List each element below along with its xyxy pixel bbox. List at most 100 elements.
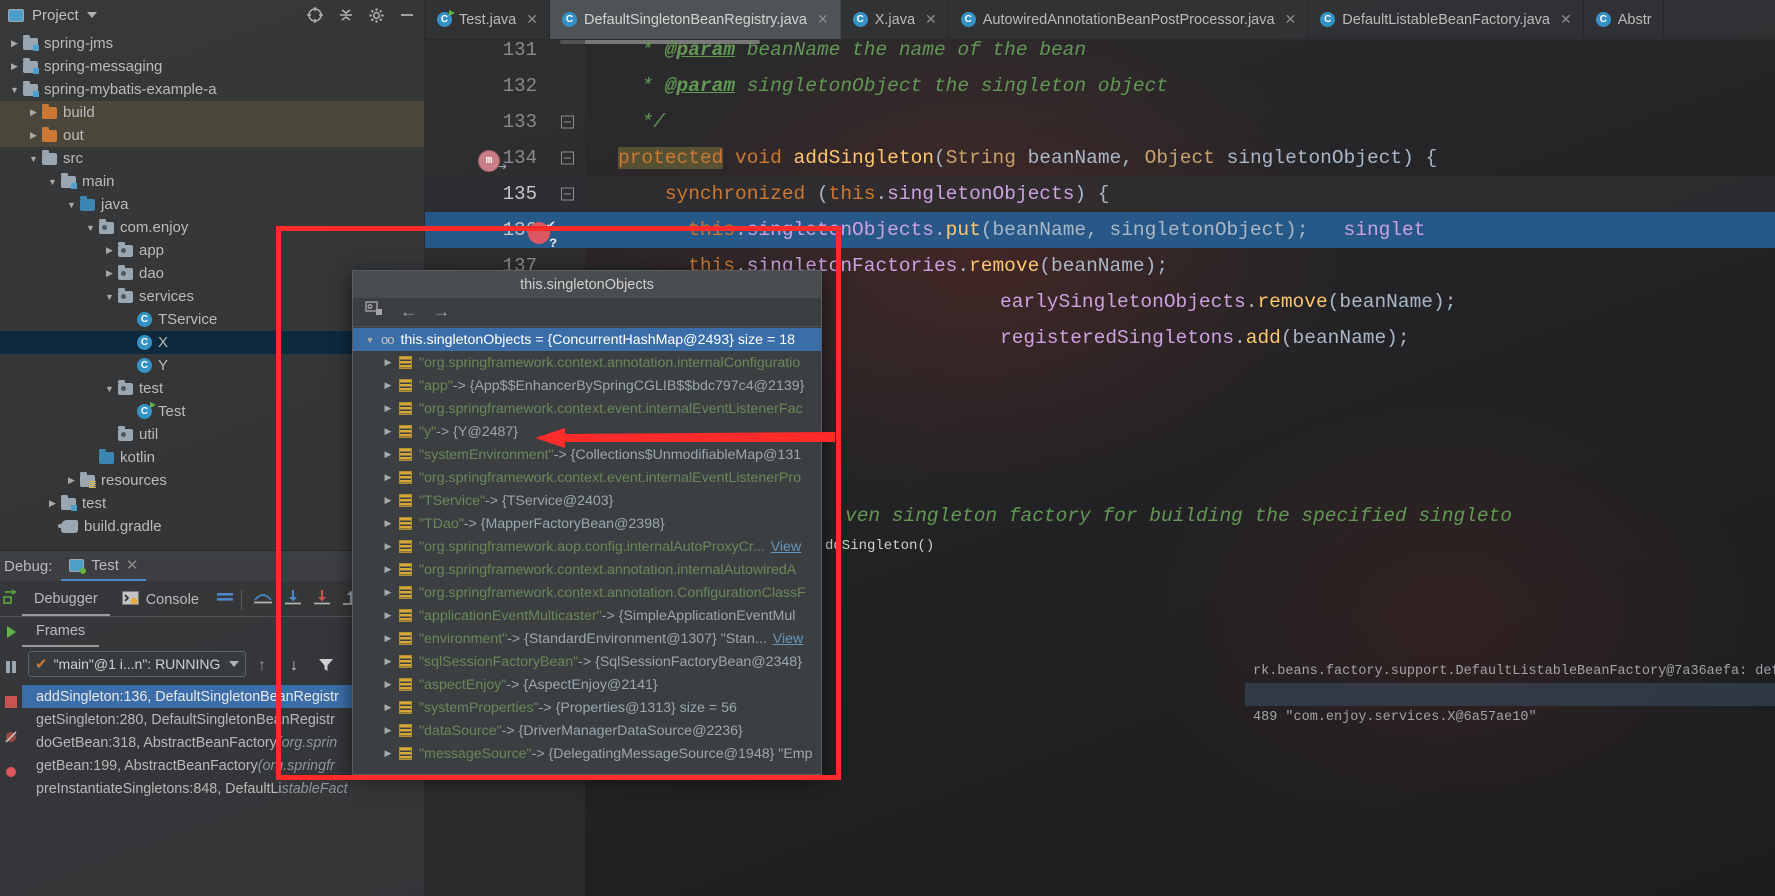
close-icon[interactable]: ✕ (1285, 11, 1297, 28)
chevron-right-icon[interactable]: ▶ (6, 38, 23, 49)
popup-tree-entry[interactable]: ▶ "systemEnvironment" -> {Collections$Unm… (353, 443, 821, 466)
fold-marker[interactable] (561, 187, 574, 201)
chevron-right-icon[interactable]: ▶ (101, 268, 118, 279)
popup-tree-entry[interactable]: ▶ "dataSource" -> {DriverManagerDataSourc… (353, 719, 821, 742)
fold-marker[interactable] (561, 151, 574, 165)
pause-icon[interactable] (3, 659, 19, 680)
view-link[interactable]: View (771, 539, 802, 555)
project-tree-item[interactable]: ▶ spring-messaging (0, 55, 424, 78)
method-breakpoint-icon[interactable]: m ➔ (478, 150, 507, 176)
editor-tab-bar[interactable]: C Test.java ✕ C DefaultSingletonBeanRegi… (425, 0, 1775, 40)
chevron-down-icon[interactable] (86, 12, 97, 18)
chevron-right-icon[interactable]: ▶ (377, 403, 399, 414)
project-tree-item[interactable]: ▼ com.enjoy (0, 216, 424, 239)
popup-tree-entry[interactable]: ▶ "TService" -> {TService@2403} (353, 489, 821, 512)
stop-icon[interactable] (3, 694, 19, 715)
chevron-down-icon[interactable] (229, 661, 239, 667)
popup-tree-entry[interactable]: ▶ "TDao" -> {MapperFactoryBean@2398} (353, 512, 821, 535)
popup-tree-entry[interactable]: ▶ "org.springframework.context.event.inte… (353, 466, 821, 489)
frames-down-icon[interactable]: ↓ (290, 657, 298, 675)
close-icon[interactable]: ✕ (1560, 11, 1572, 28)
project-tree-item[interactable]: ▶ out (0, 124, 424, 147)
view-breakpoints-icon[interactable] (3, 764, 19, 785)
chevron-right-icon[interactable]: ▶ (377, 564, 399, 575)
debug-session-tab[interactable]: Test ✕ (61, 551, 147, 581)
popup-tree[interactable]: ▼ oo this.singletonObjects = {ConcurrentHa… (353, 328, 821, 774)
chevron-down-icon[interactable]: ▼ (101, 292, 118, 302)
project-tree-item[interactable]: ▼ java (0, 193, 424, 216)
project-tree-item[interactable]: ▶ app (0, 239, 424, 262)
line-breakpoint-icon[interactable]: ✔ ? (528, 218, 557, 251)
chevron-down-icon[interactable]: ▼ (101, 384, 118, 394)
force-step-into-icon[interactable] (312, 589, 332, 610)
popup-tree-entry[interactable]: ▶ "messageSource" -> {DelegatingMessageSo… (353, 742, 821, 765)
editor-tab-x[interactable]: C X.java ✕ (841, 0, 949, 39)
target-icon[interactable] (306, 6, 324, 24)
minimize-icon[interactable] (398, 6, 416, 24)
popup-tree-entry[interactable]: ▶ "org.springframework.context.annotation… (353, 558, 821, 581)
stack-frame-row[interactable]: preInstantiateSingletons:848, DefaultLi … (22, 777, 424, 800)
project-tree-item[interactable]: ▼ main (0, 170, 424, 193)
chevron-right-icon[interactable]: ▶ (377, 426, 399, 437)
chevron-right-icon[interactable]: ▶ (377, 380, 399, 391)
popup-tree-entry[interactable]: ▶ "org.springframework.aop.config.interna… (353, 535, 821, 558)
popup-tree-root[interactable]: ▼ oo this.singletonObjects = {ConcurrentHa… (353, 328, 821, 351)
fold-marker[interactable] (561, 115, 574, 129)
thread-selector[interactable]: ✔ "main"@1 i...n": RUNNING (28, 651, 246, 677)
popup-tree-entry[interactable]: ▶ "app" -> {App$$EnhancerBySpringCGLIB$$b… (353, 374, 821, 397)
tab-console[interactable]: Console (110, 583, 211, 616)
chevron-right-icon[interactable]: ▶ (6, 61, 23, 72)
step-into-icon[interactable] (283, 589, 303, 610)
view-link[interactable]: View (773, 631, 804, 647)
popup-tree-entry[interactable]: ▶ "systemProperties" -> {Properties@1313}… (353, 696, 821, 719)
popup-tree-entry[interactable]: ▶ "applicationEventMulticaster" -> {Simpl… (353, 604, 821, 627)
popup-tree-entry[interactable]: ▶ "org.springframework.context.annotation… (353, 351, 821, 374)
debug-left-toolbar[interactable] (0, 581, 22, 896)
chevron-right-icon[interactable]: ▶ (377, 357, 399, 368)
chevron-right-icon[interactable]: ▶ (377, 725, 399, 736)
popup-tree-entry[interactable]: ▶ "sqlSessionFactoryBean" -> {SqlSessionF… (353, 650, 821, 673)
chevron-right-icon[interactable]: ▶ (377, 679, 399, 690)
chevron-right-icon[interactable]: ▶ (44, 498, 61, 509)
mute-breakpoints-icon[interactable] (3, 729, 19, 750)
chevron-right-icon[interactable]: ▶ (377, 702, 399, 713)
chevron-down-icon[interactable]: ▼ (63, 200, 80, 210)
collapse-all-icon[interactable] (337, 6, 355, 24)
editor-tab-defaultsingletonbeanregistry[interactable]: C DefaultSingletonBeanRegistry.java ✕ (549, 0, 841, 39)
chevron-down-icon[interactable]: ▼ (6, 85, 23, 95)
project-tree-item[interactable]: ▶ spring-jms (0, 32, 424, 55)
chevron-right-icon[interactable]: ▶ (377, 610, 399, 621)
back-arrow-icon[interactable]: ← (400, 302, 417, 322)
editor-tab-autowiredannotationbeanpostprocessor[interactable]: C AutowiredAnnotationBeanPostProcessor.j… (949, 0, 1309, 39)
editor-tab-defaultlistablebeanfactory[interactable]: C DefaultListableBeanFactory.java ✕ (1308, 0, 1584, 39)
value-inspector-popup[interactable]: this.singletonObjects ← → ▼ oo this.single… (352, 270, 822, 775)
resume-icon[interactable] (3, 624, 19, 645)
step-over-icon[interactable] (252, 589, 274, 610)
close-icon[interactable]: ✕ (526, 11, 538, 28)
chevron-down-icon[interactable]: ▼ (25, 154, 42, 164)
project-tree-item[interactable]: ▼ spring-mybatis-example-a (0, 78, 424, 101)
chevron-right-icon[interactable]: ▶ (377, 587, 399, 598)
chevron-down-icon[interactable]: ▼ (82, 223, 99, 233)
popup-tree-entry[interactable]: ▶ "y" -> {Y@2487} (353, 420, 821, 443)
forward-arrow-icon[interactable]: → (433, 302, 450, 322)
chevron-right-icon[interactable]: ▶ (377, 656, 399, 667)
tab-debugger[interactable]: Debugger (22, 583, 110, 616)
chevron-right-icon[interactable]: ▶ (377, 472, 399, 483)
popup-toolbar[interactable]: ← → (353, 298, 821, 327)
popup-tree-entry[interactable]: ▶ "aspectEnjoy" -> {AspectEnjoy@2141} (353, 673, 821, 696)
editor-tab-abstr[interactable]: C Abstr (1584, 0, 1664, 39)
layout-icon[interactable] (215, 589, 235, 610)
copy-value-icon[interactable] (365, 301, 384, 323)
close-icon[interactable]: ✕ (925, 11, 937, 28)
chevron-right-icon[interactable]: ▶ (25, 130, 42, 141)
chevron-down-icon[interactable]: ▼ (359, 335, 381, 345)
gear-icon[interactable] (368, 7, 385, 24)
close-icon[interactable]: ✕ (126, 556, 139, 574)
frames-filter-icon[interactable] (318, 657, 334, 678)
project-tree-item[interactable]: ▶ build (0, 101, 424, 124)
chevron-right-icon[interactable]: ▶ (377, 518, 399, 529)
chevron-right-icon[interactable]: ▶ (377, 748, 399, 759)
popup-tree-entry[interactable]: ▶ "org.springframework.context.event.inte… (353, 397, 821, 420)
chevron-down-icon[interactable]: ▼ (44, 177, 61, 187)
